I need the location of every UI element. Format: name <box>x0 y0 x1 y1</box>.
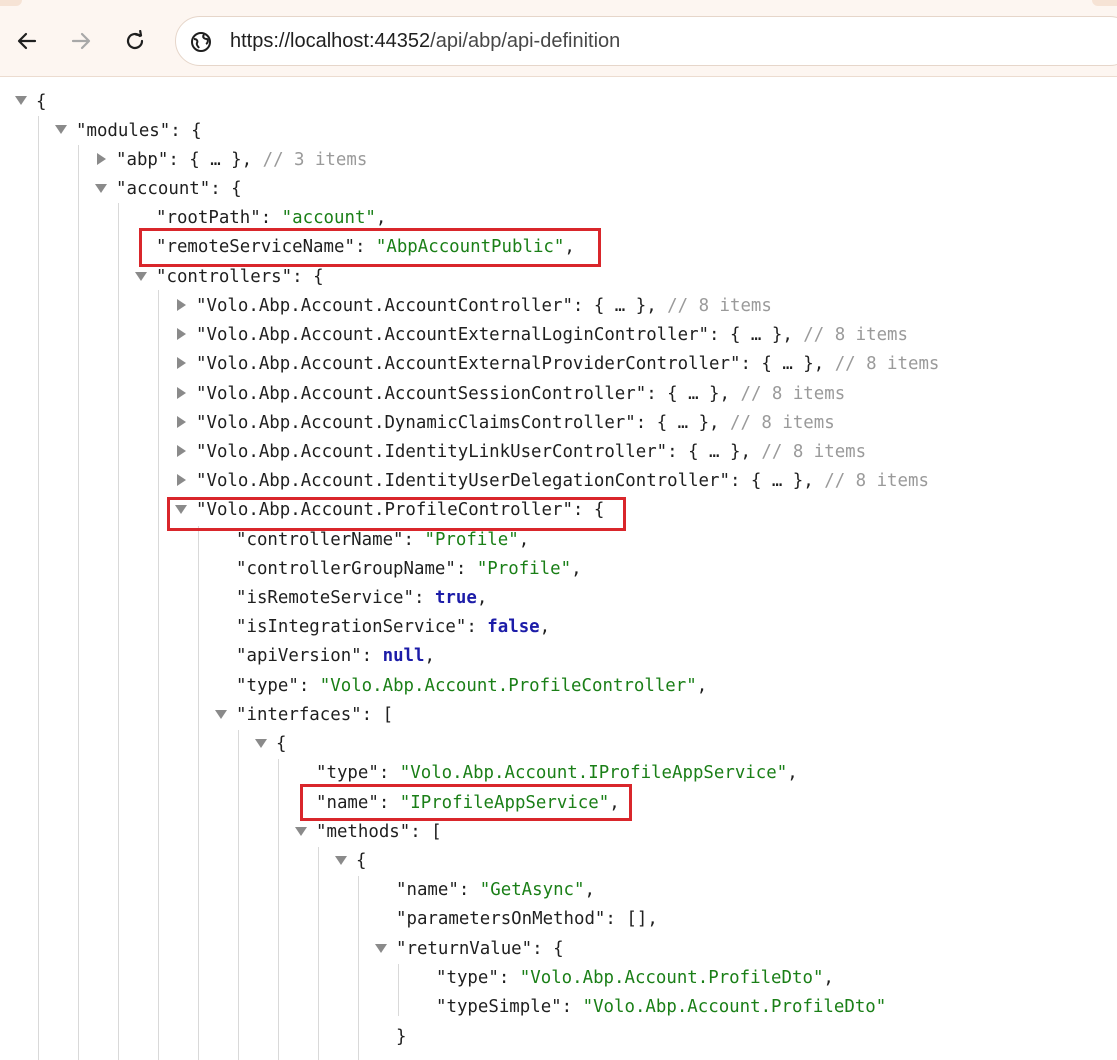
site-info-icon[interactable] <box>190 31 212 53</box>
json-line: "isIntegrationService": false, <box>236 617 551 637</box>
browser-toolbar: https://localhost:44352/api/abp/api-defi… <box>0 0 1117 77</box>
collapse-toggle-icon[interactable] <box>294 824 308 838</box>
indent-guide <box>238 730 239 1060</box>
json-line: "Volo.Abp.Account.AccountSessionControll… <box>196 384 846 404</box>
indent-guide <box>278 759 279 1060</box>
tab-strip <box>0 0 1117 6</box>
json-line: "remoteServiceName": "AbpAccountPublic", <box>156 237 575 257</box>
json-line: { <box>276 734 287 754</box>
json-line: { <box>36 92 47 112</box>
json-line: { <box>356 851 367 871</box>
json-line: "controllerName": "Profile", <box>236 530 530 550</box>
indent-guide <box>38 116 39 1060</box>
json-line: "account": { <box>116 179 242 199</box>
expand-toggle-icon[interactable] <box>174 415 188 429</box>
collapse-toggle-icon[interactable] <box>334 853 348 867</box>
json-line: "isRemoteService": true, <box>236 588 488 608</box>
json-line: "methods": [ <box>316 822 442 842</box>
json-line: "Volo.Abp.Account.DynamicClaimsControlle… <box>196 413 835 433</box>
indent-guide <box>78 145 79 1060</box>
json-line: "Volo.Abp.Account.AccountController": { … <box>196 296 772 316</box>
collapse-toggle-icon[interactable] <box>94 181 108 195</box>
json-line: "apiVersion": null, <box>236 646 435 666</box>
json-line: "Volo.Abp.Account.IdentityUserDelegation… <box>196 471 929 491</box>
json-line: "modules": { <box>76 121 202 141</box>
expand-toggle-icon[interactable] <box>174 473 188 487</box>
json-line: "interfaces": [ <box>236 705 394 725</box>
json-line: "Volo.Abp.Account.AccountExternalLoginCo… <box>196 325 908 345</box>
json-line: "controllerGroupName": "Profile", <box>236 559 582 579</box>
json-line: "type": "Volo.Abp.Account.ProfileControl… <box>236 676 708 696</box>
collapse-toggle-icon[interactable] <box>254 736 268 750</box>
json-line: "name": "GetAsync", <box>396 880 595 900</box>
collapse-toggle-icon[interactable] <box>14 93 28 107</box>
json-viewer: { "modules": { "abp": { … }, // 3 items … <box>0 76 1117 1060</box>
tab-edge-left <box>0 0 22 6</box>
url-text[interactable]: https://localhost:44352/api/abp/api-defi… <box>230 30 620 53</box>
json-line: } <box>396 1027 407 1047</box>
json-line: "Volo.Abp.Account.IdentityLinkUserContro… <box>196 442 867 462</box>
indent-guide <box>118 203 119 1060</box>
json-line: "type": "Volo.Abp.Account.IProfileAppSer… <box>316 763 798 783</box>
json-line: "name": "IProfileAppService", <box>316 793 620 813</box>
json-line: "abp": { … }, // 3 items <box>116 150 368 170</box>
forward-button[interactable] <box>64 24 98 58</box>
reload-icon <box>126 30 144 50</box>
collapse-toggle-icon[interactable] <box>374 941 388 955</box>
indent-guide <box>398 964 399 1016</box>
json-line: "Volo.Abp.Account.AccountExternalProvide… <box>196 354 940 374</box>
indent-guide <box>198 526 199 1060</box>
collapse-toggle-icon[interactable] <box>214 707 228 721</box>
expand-toggle-icon[interactable] <box>174 356 188 370</box>
expand-toggle-icon[interactable] <box>174 327 188 341</box>
collapse-toggle-icon[interactable] <box>174 502 188 516</box>
json-line: "rootPath": "account", <box>156 208 387 228</box>
tab-edge-right <box>1092 0 1117 6</box>
expand-toggle-icon[interactable] <box>174 444 188 458</box>
back-button[interactable] <box>10 24 44 58</box>
address-bar[interactable]: https://localhost:44352/api/abp/api-defi… <box>175 16 1117 66</box>
expand-toggle-icon[interactable] <box>174 298 188 312</box>
json-line: "returnValue": { <box>396 939 564 959</box>
reload-button[interactable] <box>118 24 152 58</box>
json-line: "parametersOnMethod": [], <box>396 909 658 929</box>
json-line: "type": "Volo.Abp.Account.ProfileDto", <box>436 968 834 988</box>
indent-guide <box>318 847 319 1060</box>
json-line: "controllers": { <box>156 267 324 287</box>
back-arrow-icon <box>17 32 37 50</box>
json-line: "typeSimple": "Volo.Abp.Account.ProfileD… <box>436 997 887 1017</box>
collapse-toggle-icon[interactable] <box>54 122 68 136</box>
collapse-toggle-icon[interactable] <box>134 269 148 283</box>
expand-toggle-icon[interactable] <box>94 152 108 166</box>
indent-guide <box>158 290 159 1060</box>
expand-toggle-icon[interactable] <box>174 386 188 400</box>
forward-arrow-icon <box>71 32 91 50</box>
indent-guide <box>358 876 359 1060</box>
json-line: "Volo.Abp.Account.ProfileController": { <box>196 500 605 520</box>
